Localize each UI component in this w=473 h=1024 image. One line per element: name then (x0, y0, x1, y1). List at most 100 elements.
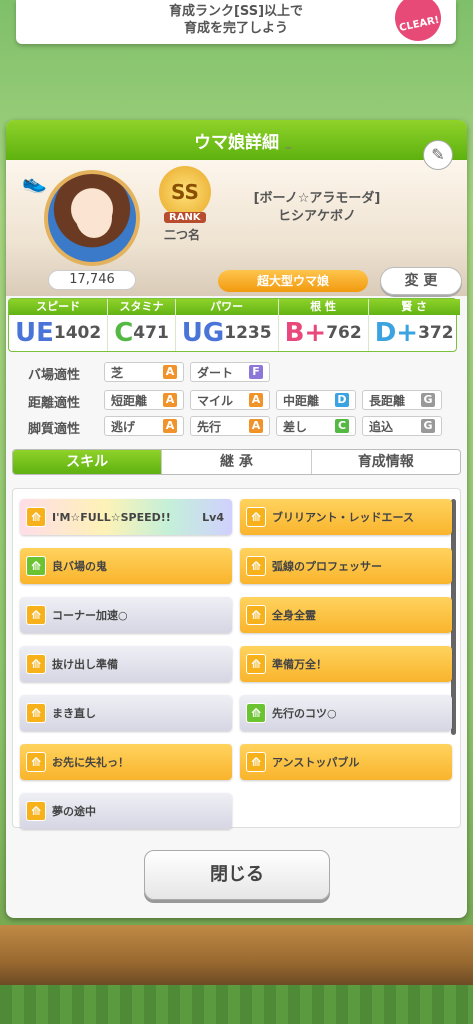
aptitude-grade: A (163, 419, 177, 433)
pencil-icon[interactable]: ✎ (423, 140, 453, 170)
stat-value: 471 (133, 323, 169, 343)
running-icon: ⟰ (26, 703, 46, 723)
aptitude-cell: 中距離 D (276, 390, 356, 410)
skill-item[interactable]: ⟰ ブリリアント・レッドエース (240, 499, 452, 535)
character-name: ヒシアケボノ (277, 209, 356, 224)
skill-name: お先に失礼っ！ (52, 756, 129, 769)
tab-inheritance[interactable]: 継 承 (162, 450, 312, 474)
aptitude-cell: 短距離 A (104, 390, 184, 410)
aptitude-name: 芝 (111, 365, 124, 380)
skill-item[interactable]: ⟰ アンストッパブル (240, 744, 452, 780)
stat-body: B+ 762 (279, 315, 368, 351)
skill-item[interactable]: ⟰ 夢の途中 (20, 793, 232, 829)
stat-grade: UE (15, 318, 54, 348)
stat-grade: B+ (284, 318, 327, 348)
clear-badge: CLEAR! (387, 0, 449, 49)
stats-table: スピード UE 1402 スタミナ C 471 パワー UG 1235 根 性 … (8, 298, 460, 352)
track-aptitude-row: 芝 A ダート F (104, 362, 270, 382)
skill-item[interactable]: ⟰ まき直し (20, 695, 232, 731)
stat-cell: スタミナ C 471 (108, 299, 176, 351)
aptitude-cell: 追込 G (362, 416, 442, 436)
close-button[interactable]: 閉じる (144, 850, 330, 900)
stat-body: C 471 (108, 315, 175, 351)
running-icon: ⟰ (246, 556, 266, 576)
running-icon: ⟰ (246, 654, 266, 674)
background-grass (0, 985, 473, 1024)
stat-value: 1402 (53, 323, 102, 343)
aptitude-name: ダート (197, 365, 234, 380)
skill-item[interactable]: ⟰ 抜け出し準備 (20, 646, 232, 682)
stat-label: 根 性 (278, 299, 368, 315)
skill-name: 準備万全！ (272, 658, 327, 671)
aptitude-grade: F (249, 365, 263, 379)
skill-item[interactable]: ⟰ I'M☆FULL☆SPEED!! Lv4 (20, 499, 232, 535)
running-icon: ⟰ (26, 752, 46, 772)
mission-line-1: 育成ランク[SS]以上で (168, 4, 304, 19)
tab-training-info[interactable]: 育成情報 (311, 450, 460, 474)
avatar-face (76, 198, 112, 238)
skill-item[interactable]: ⟰ 弧線のプロフェッサー (240, 548, 452, 584)
aptitude-grade: A (249, 419, 263, 433)
skill-item[interactable]: ⟰ 全身全霊 (240, 597, 452, 633)
skill-name: ブリリアント・レッドエース (272, 511, 415, 524)
running-icon: ⟰ (246, 507, 266, 527)
profile-section: 👟 17,746 SS RANK 二つ名 [ボーノ☆アラモーダ] ヒシアケボノ … (6, 160, 467, 296)
stat-cell: パワー UG 1235 (175, 299, 279, 351)
field-icon: ⟰ (26, 556, 46, 576)
epithet-label[interactable]: 二つ名 (164, 226, 200, 243)
skill-item[interactable]: ⟰ 準備万全！ (240, 646, 452, 682)
stat-label: 賢 さ (368, 299, 460, 315)
aptitude-name: 逃げ (111, 419, 136, 434)
aptitude-name: 差し (283, 419, 308, 434)
shoe-icon[interactable]: 👟 (22, 170, 50, 194)
memo-text: – (285, 140, 292, 156)
tab-skills[interactable]: スキル (13, 450, 163, 474)
detail-tabs: スキル 継 承 育成情報 (12, 449, 461, 475)
aptitude-grade: C (335, 419, 349, 433)
distance-aptitude-label: 距離適性 (28, 396, 81, 411)
skill-item[interactable]: ⟰ お先に失礼っ！ (20, 744, 232, 780)
skill-name: 全身全霊 (272, 609, 316, 622)
skill-name: 抜け出し準備 (52, 658, 118, 671)
stat-grade: UG (181, 318, 225, 348)
style-aptitude-label: 脚質適性 (28, 422, 81, 437)
stat-value: 372 (418, 323, 454, 343)
skill-name: 夢の途中 (52, 805, 96, 818)
outfit-title: [ボーノ☆アラモーダ] (253, 191, 381, 206)
mission-banner: 育成ランク[SS]以上で 育成を完了しよう CLEAR! (16, 0, 456, 49)
aptitude-cell: ダート F (190, 362, 270, 382)
running-icon: ⟰ (26, 801, 46, 821)
change-button[interactable]: 変 更 (380, 267, 462, 295)
mission-line-2: 育成を完了しよう (183, 21, 288, 36)
style-icon: ⟰ (246, 703, 266, 723)
aptitude-grade: A (163, 365, 177, 379)
aptitude-cell: 長距離 G (362, 390, 442, 410)
stat-cell: 賢 さ D+ 372 (368, 299, 460, 351)
aptitude-cell: 逃げ A (104, 416, 184, 436)
skill-name: 先行のコツ○ (272, 707, 337, 720)
stat-cell: 根 性 B+ 762 (278, 299, 369, 351)
skill-list: ⟰ I'M☆FULL☆SPEED!! Lv4 ⟰ ブリリアント・レッドエース ⟰ … (12, 488, 461, 829)
stat-value: 762 (326, 323, 362, 343)
aptitude-grade: A (163, 393, 177, 407)
skill-item[interactable]: ⟰ 先行のコツ○ (240, 695, 452, 731)
stat-label: パワー (175, 299, 278, 315)
rank-label: RANK (164, 212, 206, 223)
aptitude-name: 短距離 (111, 393, 148, 408)
type-badge: 超大型ウマ娘 (218, 270, 368, 292)
stat-grade: C (114, 318, 134, 348)
style-aptitude-row: 逃げ A 先行 A 差し C 追込 G (104, 416, 442, 436)
stat-grade: D+ (374, 318, 419, 348)
stat-value: 1235 (224, 323, 272, 343)
skill-name: アンストッパブル (272, 756, 360, 769)
skill-name: 良バ場の鬼 (52, 560, 107, 573)
aptitude-name: 中距離 (283, 393, 320, 408)
skill-name: まき直し (52, 707, 96, 720)
skill-item[interactable]: ⟰ 良バ場の鬼 (20, 548, 232, 584)
rank-badge: SS (159, 166, 211, 218)
stat-cell: スピード UE 1402 (9, 299, 109, 351)
aptitude-grade: G (421, 419, 435, 433)
skill-item[interactable]: ⟰ コーナー加速○ (20, 597, 232, 633)
avatar[interactable] (44, 170, 140, 266)
aptitude-name: マイル (197, 393, 234, 408)
